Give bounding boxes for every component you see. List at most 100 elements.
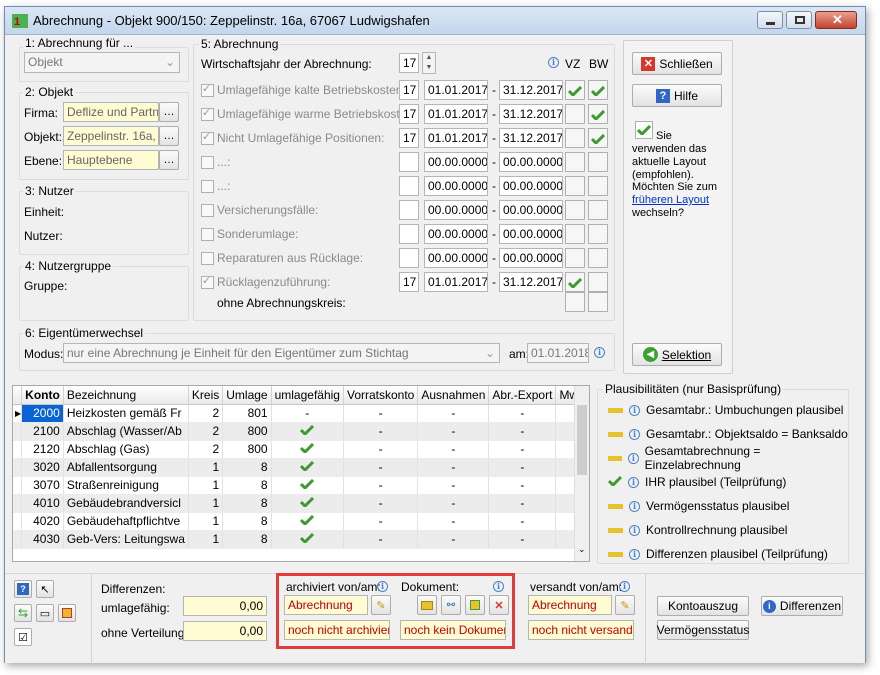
row-0-checkbox[interactable]: ✓ <box>201 83 214 97</box>
vermoegensstatus-button[interactable]: Vermögensstatus <box>657 620 749 640</box>
column-header[interactable]: Vorratskonto <box>343 386 419 405</box>
frueheres-layout-link[interactable]: früheren Layout <box>632 194 709 206</box>
row-5-from[interactable]: 00.00.0000 <box>424 200 488 220</box>
column-header[interactable]: Abr.-Export <box>488 386 557 405</box>
row-7-year[interactable] <box>399 248 419 268</box>
table-row[interactable]: 4020Gebäudehaftpflichtve18---0 <box>13 512 589 531</box>
row-5-bw-checkbox[interactable] <box>588 200 608 220</box>
row-7-vz-checkbox[interactable] <box>565 248 585 268</box>
table-row[interactable]: 3020Abfallentsorgung18---0 <box>13 458 589 477</box>
modus-select[interactable]: nur eine Abrechnung je Einheit für den E… <box>63 343 500 363</box>
print-icon[interactable]: ▭ <box>36 604 54 622</box>
question-icon[interactable]: ? <box>14 580 32 598</box>
table-scrollbar[interactable]: ⌄ <box>574 386 589 561</box>
firma-browse-button[interactable]: … <box>159 102 179 122</box>
row-4-year[interactable] <box>399 176 419 196</box>
row-7-to[interactable]: 00.00.0000 <box>499 248 563 268</box>
chevron-down-icon[interactable]: ⌄ <box>578 544 586 555</box>
row-0-year[interactable]: 17 <box>399 80 419 100</box>
minimize-button[interactable] <box>757 11 783 29</box>
row-0-vz-checkbox[interactable] <box>565 80 585 100</box>
close-window-button[interactable]: ✕ <box>815 11 857 29</box>
differenzen-button[interactable]: i Differenzen <box>761 596 843 616</box>
row-3-to[interactable]: 00.00.0000 <box>499 152 563 172</box>
document-icon[interactable] <box>465 595 485 615</box>
ohne-vz-checkbox[interactable] <box>565 292 585 312</box>
wirtschaftsjahr-spinner[interactable]: ▲ ▼ <box>422 52 436 74</box>
table-row[interactable]: 4010Gebäudebrandversicl18---0 <box>13 494 589 513</box>
checkbox-icon[interactable]: ☑ <box>14 628 32 646</box>
column-header[interactable]: Bezeichnung <box>63 386 189 405</box>
folder-icon[interactable] <box>417 595 437 615</box>
row-8-year[interactable]: 17 <box>399 272 419 292</box>
row-1-checkbox[interactable]: ✓ <box>201 107 214 121</box>
column-header[interactable]: Konto <box>21 386 64 405</box>
row-6-year[interactable] <box>399 224 419 244</box>
ohne-bw-checkbox[interactable] <box>588 292 608 312</box>
row-2-from[interactable]: 01.01.2017 <box>424 128 488 148</box>
column-header[interactable]: Umlage <box>222 386 272 405</box>
layout-icon[interactable] <box>58 604 76 622</box>
pencil-icon[interactable]: ✎ <box>371 595 391 615</box>
row-3-year[interactable] <box>399 152 419 172</box>
objekt-field[interactable]: Zeppelinstr. 16a, 6 <box>63 126 159 146</box>
cursor-icon[interactable]: ↖ <box>36 580 54 598</box>
table-row[interactable]: 4030Geb-Vers: Leitungswa18---0 <box>13 530 589 549</box>
row-6-to[interactable]: 00.00.0000 <box>499 224 563 244</box>
row-3-checkbox[interactable] <box>201 156 214 169</box>
row-8-vz-checkbox[interactable] <box>565 272 585 292</box>
row-1-to[interactable]: 31.12.2017 <box>499 104 563 124</box>
row-4-to[interactable]: 00.00.0000 <box>499 176 563 196</box>
row-4-from[interactable]: 00.00.0000 <box>424 176 488 196</box>
ebene-browse-button[interactable]: … <box>159 150 179 170</box>
konto-table[interactable]: Konto Bezeichnung Kreis Umlage umlagefähig Vo… <box>12 385 590 562</box>
row-5-vz-checkbox[interactable] <box>565 200 585 220</box>
row-2-checkbox[interactable]: ✓ <box>201 131 214 145</box>
maximize-button[interactable] <box>786 11 812 29</box>
column-header[interactable]: umlagefähig <box>271 386 344 405</box>
row-2-vz-checkbox[interactable] <box>565 128 585 148</box>
row-8-checkbox[interactable]: ✓ <box>201 275 214 289</box>
row-8-bw-checkbox[interactable] <box>588 272 608 292</box>
row-1-bw-checkbox[interactable] <box>588 104 608 124</box>
table-row[interactable]: 2100Abschlag (Wasser/Ab2800---0 <box>13 422 589 441</box>
table-row[interactable]: 2120Abschlag (Gas)2800---0 <box>13 440 589 459</box>
selektion-button[interactable]: ◀ Selektion <box>632 343 722 366</box>
row-1-vz-checkbox[interactable] <box>565 104 585 124</box>
refresh-icon[interactable]: ⇆ <box>14 604 32 622</box>
ebene-field[interactable]: Hauptebene <box>63 150 159 170</box>
delete-icon[interactable]: ✕ <box>489 595 509 615</box>
row-7-from[interactable]: 00.00.0000 <box>424 248 488 268</box>
schliessen-button[interactable]: ✕ Schließen <box>632 52 722 75</box>
am-date-field[interactable]: 01.01.2018 <box>527 343 589 363</box>
abrechnung-fuer-select[interactable]: Objekt ⌄ <box>24 52 180 73</box>
table-row[interactable]: ▶2000Heizkosten gemäß Fr2801----0 <box>13 404 589 423</box>
row-7-bw-checkbox[interactable] <box>588 248 608 268</box>
firma-field[interactable]: Deflize und Partne <box>63 102 159 122</box>
column-header[interactable]: Ausnahmen <box>417 386 490 405</box>
hilfe-button[interactable]: ? Hilfe <box>632 84 722 107</box>
archiviert-field[interactable]: Abrechnung <box>284 595 368 615</box>
row-3-vz-checkbox[interactable] <box>565 152 585 172</box>
row-4-vz-checkbox[interactable] <box>565 176 585 196</box>
row-1-year[interactable]: 17 <box>399 104 419 124</box>
row-5-checkbox[interactable] <box>201 204 214 217</box>
row-8-from[interactable]: 01.01.2017 <box>424 272 488 292</box>
scrollbar-thumb[interactable] <box>577 405 587 475</box>
row-0-from[interactable]: 01.01.2017 <box>424 80 488 100</box>
row-5-to[interactable]: 00.00.0000 <box>499 200 563 220</box>
row-5-year[interactable] <box>399 200 419 220</box>
column-header[interactable]: Kreis <box>188 386 224 405</box>
binoculars-icon[interactable]: ⚯ <box>441 595 461 615</box>
row-3-from[interactable]: 00.00.0000 <box>424 152 488 172</box>
table-row[interactable]: 3070Straßenreinigung18---0 <box>13 476 589 495</box>
objekt-browse-button[interactable]: … <box>159 126 179 146</box>
row-6-vz-checkbox[interactable] <box>565 224 585 244</box>
row-6-checkbox[interactable] <box>201 228 214 241</box>
row-2-to[interactable]: 31.12.2017 <box>499 128 563 148</box>
row-8-to[interactable]: 31.12.2017 <box>499 272 563 292</box>
row-7-checkbox[interactable] <box>201 252 214 265</box>
pencil-icon[interactable]: ✎ <box>615 595 635 615</box>
row-4-checkbox[interactable] <box>201 180 214 193</box>
wirtschaftsjahr-field[interactable]: 17 <box>399 53 419 73</box>
